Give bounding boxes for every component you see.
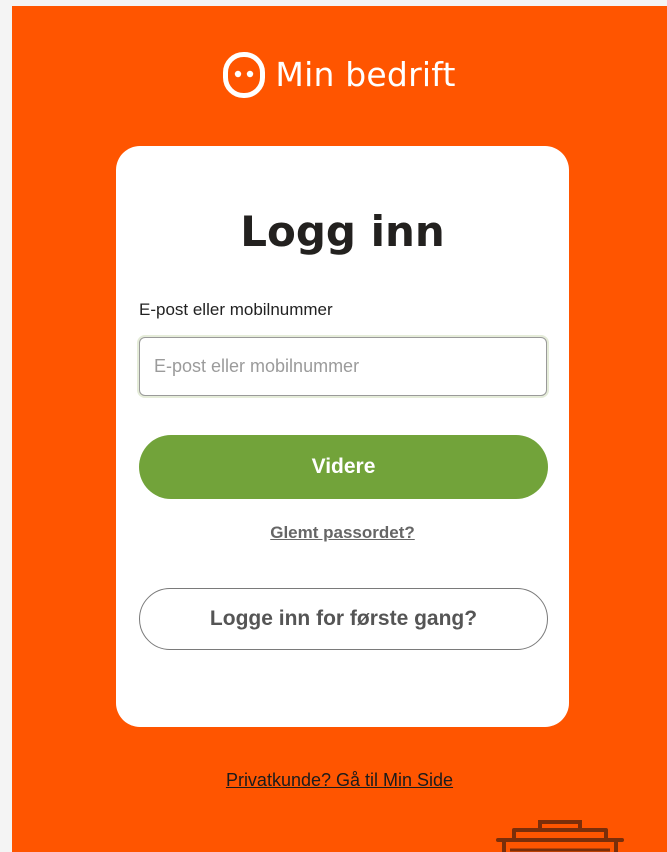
page-title: Logg inn: [240, 207, 445, 256]
login-card: Logg inn E-post eller mobilnummer Videre…: [116, 146, 569, 727]
brand-header: Min bedrift: [12, 52, 667, 98]
private-customer-link[interactable]: Privatkunde? Gå til Min Side: [12, 770, 667, 791]
login-page: Min bedrift Logg inn E-post eller mobiln…: [12, 6, 667, 852]
smiley-face-icon: [223, 52, 266, 98]
building-illustration-icon: [496, 820, 624, 852]
first-time-login-button[interactable]: Logge inn for første gang?: [139, 588, 548, 650]
email-or-phone-input[interactable]: [139, 337, 547, 396]
forgot-password-link[interactable]: Glemt passordet?: [116, 523, 569, 543]
email-field-label: E-post eller mobilnummer: [139, 300, 333, 319]
brand-name: Min bedrift: [275, 55, 456, 94]
continue-button[interactable]: Videre: [139, 435, 548, 499]
